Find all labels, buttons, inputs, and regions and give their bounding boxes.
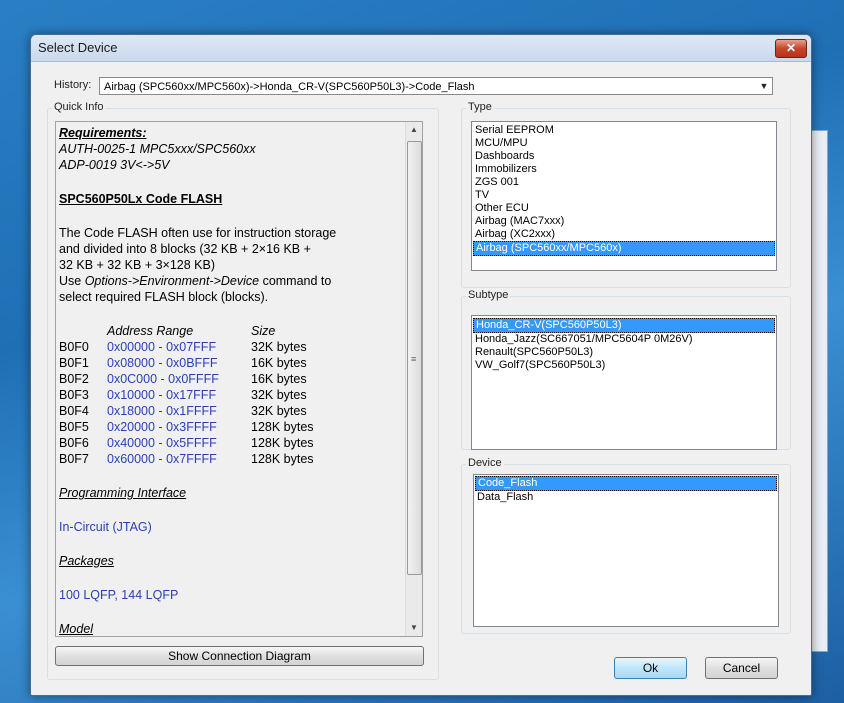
quick-info-content: Requirements: AUTH-0025-1 MPC5xxx/SPC560…	[59, 125, 399, 636]
quick-info-label: Quick Info	[52, 101, 106, 113]
block-name: B0F4	[59, 404, 89, 418]
list-item[interactable]: Code_Flash	[475, 476, 777, 491]
block-size: 32K bytes	[251, 340, 307, 354]
chevron-down-icon[interactable]: ▼	[756, 78, 772, 94]
packages-title: Packages	[59, 554, 114, 568]
table-row: B0F0 0x00000 - 0x07FFF 32K bytes	[59, 339, 399, 355]
packages-value: 100 LQFP, 144 LQFP	[59, 588, 179, 602]
block-size: 32K bytes	[251, 388, 307, 402]
list-item[interactable]: TV	[472, 189, 776, 202]
description-line: and divided into 8 blocks (32 KB + 2×16 …	[59, 242, 311, 256]
requirements-title: Requirements:	[59, 126, 147, 140]
list-item[interactable]: Dashboards	[472, 150, 776, 163]
block-size: 128K bytes	[251, 436, 314, 450]
programming-interface-value: In-Circuit (JTAG)	[59, 520, 152, 534]
list-item[interactable]: Renault(SPC560P50L3)	[472, 346, 776, 359]
ok-button[interactable]: Ok	[614, 657, 687, 679]
block-name: B0F1	[59, 356, 89, 370]
block-name: B0F6	[59, 436, 89, 450]
list-item[interactable]: Serial EEPROM	[472, 124, 776, 137]
table-row: B0F7 0x60000 - 0x7FFFF 128K bytes	[59, 451, 399, 467]
list-item[interactable]: Airbag (XC2xxx)	[472, 228, 776, 241]
list-item[interactable]: Airbag (MAC7xxx)	[472, 215, 776, 228]
list-item[interactable]: Data_Flash	[474, 491, 778, 504]
block-size: 16K bytes	[251, 372, 307, 386]
block-address-range: 0x18000 - 0x1FFFF	[107, 404, 217, 418]
title-bar: Select Device ✕	[31, 35, 811, 62]
device-label: Device	[466, 457, 504, 469]
list-item[interactable]: Honda_CR-V(SPC560P50L3)	[473, 318, 775, 333]
history-value: Airbag (SPC560xx/MPC560x)->Honda_CR-V(SP…	[104, 81, 475, 93]
list-item[interactable]: Honda_Jazz(SC667051/MPC5604P 0M26V)	[472, 333, 776, 346]
size-header: Size	[251, 324, 276, 338]
type-listbox[interactable]: Serial EEPROM MCU/MPU Dashboards Immobilize…	[471, 121, 777, 271]
usage-line: Use Options->Environment->Device command…	[59, 273, 399, 289]
usage-line-2: select required FLASH block (blocks).	[59, 290, 269, 304]
scroll-up-icon[interactable]: ▲	[406, 122, 422, 138]
list-item[interactable]: MCU/MPU	[472, 137, 776, 150]
block-size: 128K bytes	[251, 420, 314, 434]
quick-info-scrollbar[interactable]: ▲ ≡ ▼	[405, 122, 422, 636]
block-address-range: 0x00000 - 0x07FFF	[107, 340, 217, 354]
show-connection-diagram-button[interactable]: Show Connection Diagram	[55, 646, 424, 666]
list-item[interactable]: Airbag (SPC560xx/MPC560x)	[473, 241, 775, 256]
description-line: The Code FLASH often use for instruction…	[59, 226, 337, 240]
usage-command: Options->Environment->Device	[84, 274, 260, 288]
table-row: B0F5 0x20000 - 0x3FFFF 128K bytes	[59, 419, 399, 435]
table-row: B0F3 0x10000 - 0x17FFF 32K bytes	[59, 387, 399, 403]
block-table-header: Address Range Size	[59, 323, 399, 339]
table-row: B0F1 0x08000 - 0x0BFFF 16K bytes	[59, 355, 399, 371]
block-table: B0F0 0x00000 - 0x07FFF 32K bytes B0F1 0x0800…	[59, 339, 399, 467]
block-name: B0F7	[59, 452, 89, 466]
quick-info-pane[interactable]: Requirements: AUTH-0025-1 MPC5xxx/SPC560…	[55, 121, 423, 637]
block-address-range: 0x40000 - 0x5FFFF	[107, 436, 217, 450]
requirement-line: ADP-0019 3V<->5V	[59, 158, 170, 172]
select-device-dialog: Select Device ✕ History: Airbag (SPC560x…	[30, 34, 812, 696]
history-dropdown[interactable]: Airbag (SPC560xx/MPC560x)->Honda_CR-V(SP…	[99, 77, 773, 95]
block-address-range: 0x60000 - 0x7FFFF	[107, 452, 217, 466]
close-icon: ✕	[785, 41, 797, 55]
block-name: B0F3	[59, 388, 89, 402]
table-row: B0F6 0x40000 - 0x5FFFF 128K bytes	[59, 435, 399, 451]
table-row: B0F4 0x18000 - 0x1FFFF 32K bytes	[59, 403, 399, 419]
description-line: 32 KB + 32 KB + 3×128 KB)	[59, 258, 216, 272]
block-name: B0F2	[59, 372, 89, 386]
type-label: Type	[466, 101, 494, 113]
flash-heading: SPC560P50Lx Code FLASH	[59, 192, 223, 206]
usage-prefix: Use	[59, 274, 85, 288]
list-item[interactable]: Other ECU	[472, 202, 776, 215]
block-address-range: 0x10000 - 0x17FFF	[107, 388, 217, 402]
grip-icon: ≡	[411, 354, 417, 364]
subtype-listbox[interactable]: Honda_CR-V(SPC560P50L3) Honda_Jazz(SC6670…	[471, 315, 777, 450]
block-size: 128K bytes	[251, 452, 314, 466]
block-address-range: 0x08000 - 0x0BFFF	[107, 356, 218, 370]
block-name: B0F5	[59, 420, 89, 434]
history-label: History:	[54, 79, 92, 91]
list-item[interactable]: VW_Golf7(SPC560P50L3)	[472, 359, 776, 372]
device-listbox[interactable]: Code_Flash Data_Flash	[473, 474, 779, 627]
subtype-label: Subtype	[466, 289, 511, 301]
address-range-header: Address Range	[107, 324, 194, 338]
close-button[interactable]: ✕	[775, 39, 807, 58]
programming-interface-title: Programming Interface	[59, 486, 187, 500]
list-item[interactable]: ZGS 001	[472, 176, 776, 189]
window-title: Select Device	[38, 40, 118, 55]
table-row: B0F2 0x0C000 - 0x0FFFF 16K bytes	[59, 371, 399, 387]
requirement-line: AUTH-0025-1 MPC5xxx/SPC560xx	[59, 142, 256, 156]
cancel-button[interactable]: Cancel	[705, 657, 778, 679]
scrollbar-thumb[interactable]: ≡	[407, 141, 422, 575]
usage-suffix: command to	[259, 274, 332, 288]
block-name: B0F0	[59, 340, 89, 354]
scroll-down-icon[interactable]: ▼	[406, 620, 422, 636]
block-size: 32K bytes	[251, 404, 307, 418]
model-title: Model	[59, 622, 94, 636]
block-address-range: 0x0C000 - 0x0FFFF	[107, 372, 219, 386]
list-item[interactable]: Immobilizers	[472, 163, 776, 176]
block-address-range: 0x20000 - 0x3FFFF	[107, 420, 217, 434]
block-size: 16K bytes	[251, 356, 307, 370]
